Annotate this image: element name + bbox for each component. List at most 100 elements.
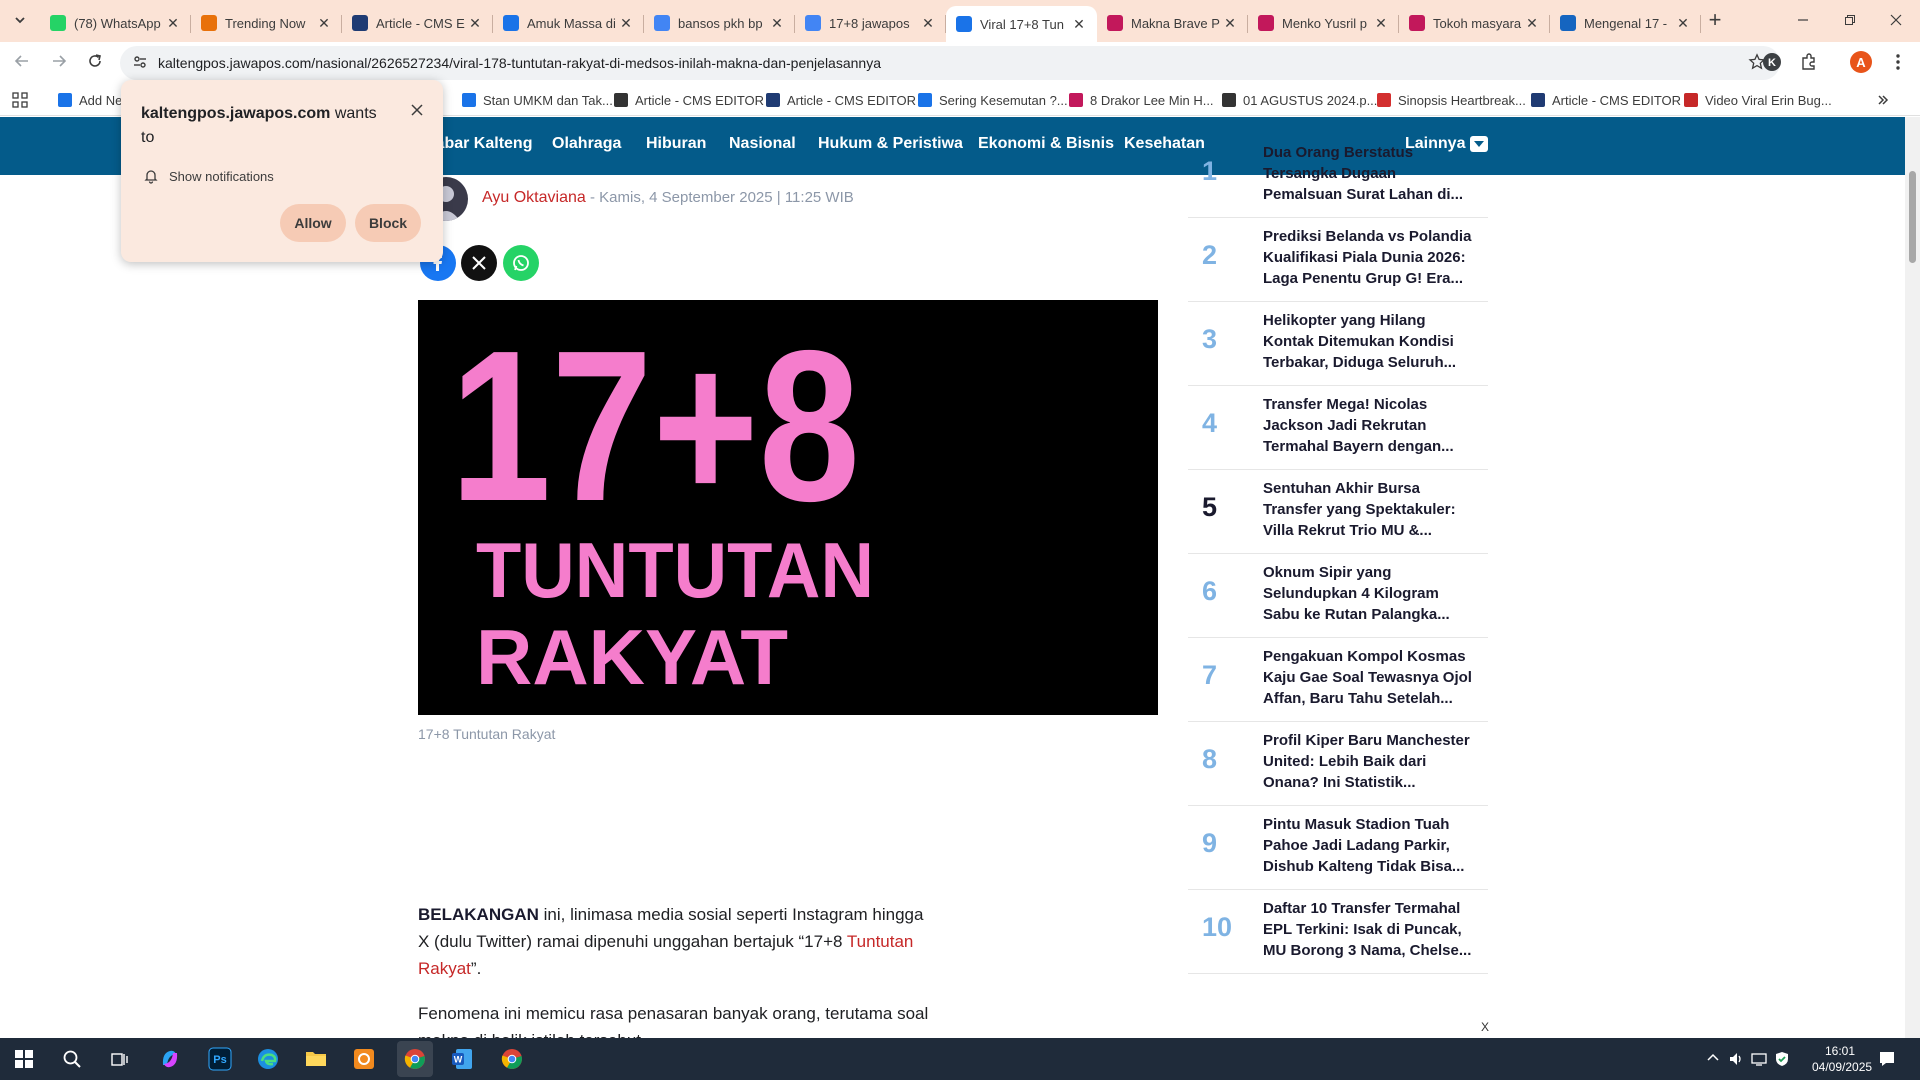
trending-item[interactable]: 4 Transfer Mega! Nicolas Jackson Jadi Rek… bbox=[1188, 386, 1488, 470]
back-button[interactable] bbox=[9, 50, 35, 76]
trending-item[interactable]: 7 Pengakuan Kompol Kosmas Kaju Gae Soal T… bbox=[1188, 638, 1488, 722]
restore-button[interactable] bbox=[1827, 0, 1873, 40]
file-explorer-app[interactable] bbox=[301, 1044, 331, 1074]
trending-title[interactable]: Daftar 10 Transfer Termahal EPL Terkini:… bbox=[1263, 898, 1478, 961]
tab[interactable]: Amuk Massa di ✕ bbox=[493, 6, 644, 40]
trending-item[interactable]: 8 Profil Kiper Baru Manchester United: Le… bbox=[1188, 722, 1488, 806]
start-button[interactable] bbox=[9, 1044, 39, 1074]
tab-close-icon[interactable]: ✕ bbox=[316, 15, 332, 32]
share-whatsapp-button[interactable] bbox=[503, 245, 539, 281]
trending-title[interactable]: Pengakuan Kompol Kosmas Kaju Gae Soal Te… bbox=[1263, 646, 1478, 709]
trending-item[interactable]: 5 Sentuhan Akhir Bursa Transfer yang Spek… bbox=[1188, 470, 1488, 554]
task-view-button[interactable] bbox=[105, 1044, 135, 1074]
word-app[interactable]: W bbox=[447, 1044, 477, 1074]
kebab-menu-icon[interactable] bbox=[1888, 52, 1908, 72]
bookmark-item[interactable]: Article - CMS EDITOR bbox=[766, 90, 916, 110]
notification-center-icon[interactable] bbox=[1878, 1050, 1896, 1071]
trending-item[interactable]: 9 Pintu Masuk Stadion Tuah Pahoe Jadi Lad… bbox=[1188, 806, 1488, 890]
block-button[interactable]: Block bbox=[355, 204, 421, 242]
sticky-app[interactable] bbox=[349, 1044, 379, 1074]
tab-close-icon[interactable]: ✕ bbox=[467, 15, 483, 32]
bookmark-item[interactable]: Sering Kesemutan ?... bbox=[918, 90, 1068, 110]
author-name[interactable]: Ayu Oktaviana bbox=[482, 189, 586, 207]
bookmark-item[interactable]: Sinopsis Heartbreak... bbox=[1377, 90, 1526, 110]
network-icon[interactable] bbox=[1751, 1051, 1767, 1070]
tray-chevron-up-icon[interactable] bbox=[1706, 1051, 1720, 1068]
tab-close-icon[interactable]: ✕ bbox=[618, 15, 634, 32]
trending-title[interactable]: Oknum Sipir yang Selundupkan 4 Kilogram … bbox=[1263, 562, 1478, 625]
bookmark-item[interactable]: Add Ne bbox=[58, 90, 122, 110]
trending-item[interactable]: 6 Oknum Sipir yang Selundupkan 4 Kilogram… bbox=[1188, 554, 1488, 638]
bookmark-item[interactable]: 01 AGUSTUS 2024.p... bbox=[1222, 90, 1377, 110]
tab[interactable]: Makna Brave P ✕ bbox=[1097, 6, 1248, 40]
tab-close-icon[interactable]: ✕ bbox=[1675, 15, 1691, 32]
tab-close-icon[interactable]: ✕ bbox=[1524, 15, 1540, 32]
forward-button[interactable] bbox=[46, 50, 72, 76]
trending-item[interactable]: 10 Daftar 10 Transfer Termahal EPL Terkin… bbox=[1188, 890, 1488, 974]
bookmark-item[interactable]: Article - CMS EDITOR bbox=[1531, 90, 1681, 110]
tab[interactable]: Article - CMS E ✕ bbox=[342, 6, 493, 40]
tab-close-icon[interactable]: ✕ bbox=[769, 15, 785, 32]
tab[interactable]: Trending Now ✕ bbox=[191, 6, 342, 40]
tab[interactable]: (78) WhatsApp ✕ bbox=[40, 6, 191, 40]
search-button[interactable] bbox=[57, 1044, 87, 1074]
tab-close-icon[interactable]: ✕ bbox=[920, 15, 936, 32]
new-tab-button[interactable]: + bbox=[1702, 8, 1728, 34]
page-scrollbar[interactable] bbox=[1905, 117, 1920, 1038]
trending-title[interactable]: Transfer Mega! Nicolas Jackson Jadi Rekr… bbox=[1263, 394, 1478, 457]
system-clock[interactable]: 16:01 04/09/2025 bbox=[1812, 1043, 1872, 1075]
address-bar[interactable]: kaltengpos.jawapos.com/nasional/26265272… bbox=[120, 46, 1780, 80]
tab[interactable]: Tokoh masyara ✕ bbox=[1399, 6, 1550, 40]
tab[interactable]: Mengenal 17 - ✕ bbox=[1550, 6, 1701, 40]
trending-title[interactable]: Helikopter yang Hilang Kontak Ditemukan … bbox=[1263, 310, 1478, 373]
nav-item[interactable]: Hiburan bbox=[646, 135, 706, 153]
url-text[interactable]: kaltengpos.jawapos.com/nasional/26265272… bbox=[158, 55, 881, 71]
bookmark-item[interactable]: Video Viral Erin Bug... bbox=[1684, 90, 1832, 110]
bookmarks-overflow-icon[interactable] bbox=[1876, 90, 1890, 110]
tab-close-icon[interactable]: ✕ bbox=[1373, 15, 1389, 32]
tab-active[interactable]: Viral 17+8 Tun ✕ bbox=[946, 6, 1097, 42]
trending-title[interactable]: Dua Orang Berstatus Tersangka Dugaan Pem… bbox=[1263, 142, 1478, 205]
trending-title[interactable]: Prediksi Belanda vs Polandia Kualifikasi… bbox=[1263, 226, 1478, 289]
trending-title[interactable]: Sentuhan Akhir Bursa Transfer yang Spekt… bbox=[1263, 478, 1478, 541]
security-shield-icon[interactable] bbox=[1774, 1051, 1790, 1070]
dialog-close-button[interactable] bbox=[411, 100, 423, 121]
tab[interactable]: 17+8 jawapos ✕ bbox=[795, 6, 946, 40]
minimize-button[interactable] bbox=[1780, 0, 1826, 40]
bookmark-item[interactable]: 8 Drakor Lee Min H... bbox=[1069, 90, 1214, 110]
profile-avatar[interactable]: A bbox=[1850, 51, 1872, 73]
extension-icon[interactable]: K bbox=[1762, 52, 1782, 72]
nav-item[interactable]: Ekonomi & Bisnis bbox=[978, 135, 1114, 153]
ad-close-button[interactable]: X bbox=[1481, 1020, 1489, 1034]
trending-item[interactable]: 2 Prediksi Belanda vs Polandia Kualifikas… bbox=[1188, 218, 1488, 302]
tab-search-button[interactable] bbox=[8, 8, 32, 32]
reload-button[interactable] bbox=[82, 50, 108, 76]
close-window-button[interactable] bbox=[1873, 0, 1919, 40]
trending-item[interactable]: 3 Helikopter yang Hilang Kontak Ditemukan… bbox=[1188, 302, 1488, 386]
tab[interactable]: Menko Yusril p ✕ bbox=[1248, 6, 1399, 40]
tab[interactable]: bansos pkh bp ✕ bbox=[644, 6, 795, 40]
trending-title[interactable]: Pintu Masuk Stadion Tuah Pahoe Jadi Lada… bbox=[1263, 814, 1478, 877]
site-info-icon[interactable] bbox=[132, 54, 150, 72]
tab-close-icon[interactable]: ✕ bbox=[1071, 16, 1087, 33]
edge-app[interactable] bbox=[253, 1044, 283, 1074]
apps-grid-icon[interactable] bbox=[12, 90, 28, 110]
nav-item[interactable]: Olahraga bbox=[552, 135, 621, 153]
chrome-app-active[interactable] bbox=[397, 1041, 433, 1077]
scrollbar-thumb[interactable] bbox=[1909, 171, 1916, 263]
copilot-app[interactable] bbox=[155, 1044, 185, 1074]
bookmark-item[interactable]: Stan UMKM dan Tak... bbox=[462, 90, 613, 110]
share-x-button[interactable] bbox=[461, 245, 497, 281]
bookmark-item[interactable]: Article - CMS EDITOR bbox=[614, 90, 764, 110]
volume-icon[interactable] bbox=[1728, 1051, 1744, 1070]
trending-title[interactable]: Profil Kiper Baru Manchester United: Leb… bbox=[1263, 730, 1478, 793]
nav-item[interactable]: Nasional bbox=[729, 135, 796, 153]
extensions-puzzle-icon[interactable] bbox=[1799, 52, 1819, 72]
trending-item[interactable]: 1 Dua Orang Berstatus Tersangka Dugaan Pe… bbox=[1188, 134, 1488, 218]
chrome-app-2[interactable] bbox=[497, 1044, 527, 1074]
tab-close-icon[interactable]: ✕ bbox=[165, 15, 181, 32]
tab-close-icon[interactable]: ✕ bbox=[1222, 15, 1238, 32]
allow-button[interactable]: Allow bbox=[280, 204, 346, 242]
photoshop-app[interactable]: Ps bbox=[205, 1044, 235, 1074]
nav-item[interactable]: Hukum & Peristiwa bbox=[818, 135, 963, 153]
